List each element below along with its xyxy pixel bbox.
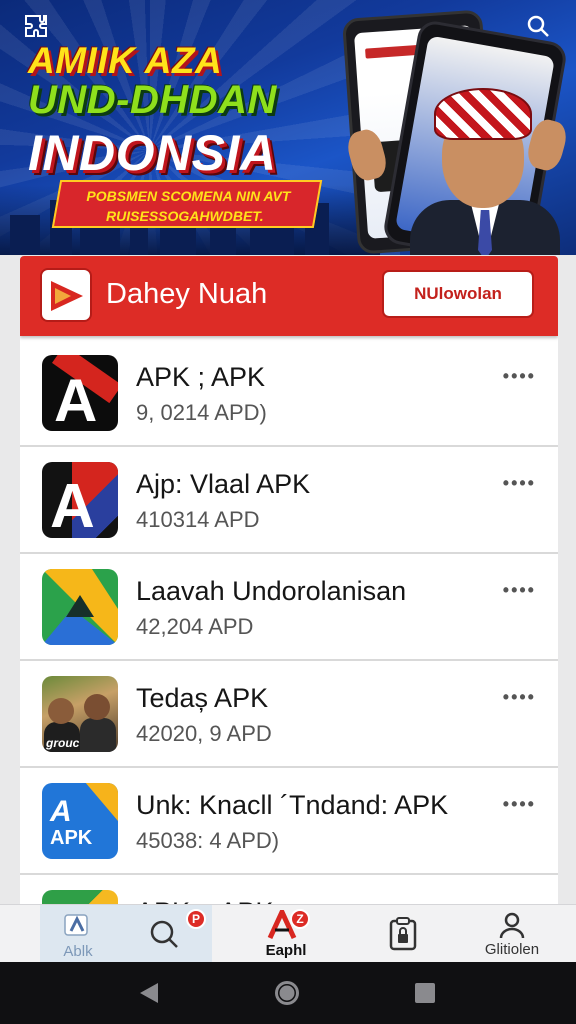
- more-options-icon[interactable]: ••••: [503, 794, 536, 815]
- nav-apk-label: Eaphl: [265, 941, 307, 959]
- screen: AMIIK AZA UND-DHDAN INDONSIA POBSMEN SCO…: [0, 0, 576, 1024]
- list-item[interactable]: Laavah Undorolanisan 42,204 APD ••••: [20, 554, 558, 661]
- app-size: 45038: 4 APD): [136, 828, 280, 853]
- app-name: Laavah Undorolanisan: [136, 576, 407, 606]
- more-options-icon[interactable]: ••••: [503, 473, 536, 494]
- nav-home[interactable]: Ablk: [40, 905, 116, 963]
- back-icon[interactable]: [134, 978, 164, 1008]
- list-item[interactable]: grouc Tedaș APK 42020, 9 APD ••••: [20, 661, 558, 768]
- notification-badge: Z: [290, 909, 310, 929]
- search-icon: [150, 920, 178, 948]
- bottom-navigation: Ablk P Z Eaphl Glitiolen: [0, 904, 576, 963]
- app-logo-icon: [40, 268, 92, 322]
- app-size: 42,204 APD: [136, 614, 254, 639]
- apk-app-icon: A: [42, 355, 118, 431]
- nav-clipboard[interactable]: [370, 905, 436, 963]
- header-action-label: NUlowolan: [414, 284, 502, 303]
- more-options-icon[interactable]: ••••: [503, 687, 536, 708]
- banner-ribbon: POBSMEN SCOMENA NIN AVT RUISESSOGAHWDBET…: [51, 180, 323, 228]
- card-header: Dahey Nuah NUlowolan: [20, 256, 558, 336]
- nav-home-label: Ablk: [63, 942, 93, 960]
- nav-apk[interactable]: Z Eaphl: [244, 905, 328, 963]
- photo-app-icon: grouc: [42, 676, 118, 752]
- banner-headline-3: INDONSIA: [28, 125, 277, 181]
- list-item[interactable]: A Ajp: Vlaal APK 410314 APD ••••: [20, 447, 558, 554]
- banner-headline-1: AMIIK AZA: [28, 40, 223, 81]
- ribbon-line-2: RUISESSOGAHWDBET.: [106, 208, 264, 224]
- drive-app-icon: [42, 569, 118, 645]
- app-list: A APK ; APK 9, 0214 APD) •••• A Ajp: Vla…: [20, 340, 558, 916]
- header-action-button[interactable]: NUlowolan: [382, 270, 534, 318]
- nav-profile-label: Glitiolen: [484, 940, 540, 958]
- clipboard-lock-icon: [389, 917, 417, 951]
- header-title: Dahey Nuah: [106, 278, 268, 310]
- puzzle-icon[interactable]: [22, 12, 50, 40]
- more-options-icon[interactable]: ••••: [503, 580, 536, 601]
- home-button-icon[interactable]: [272, 978, 302, 1008]
- app-list-card: Dahey Nuah NUlowolan A APK ; APK 9, 0214…: [20, 256, 558, 916]
- system-navigation-bar: [0, 962, 576, 1024]
- nav-search[interactable]: P: [116, 905, 212, 963]
- more-options-icon[interactable]: ••••: [503, 366, 536, 387]
- apk-blue-app-icon: A APK: [42, 783, 118, 859]
- app-size: 42020, 9 APD: [136, 721, 272, 746]
- list-item[interactable]: A APK ; APK 9, 0214 APD) ••••: [20, 340, 558, 447]
- search-icon[interactable]: [524, 12, 552, 40]
- nav-profile[interactable]: Glitiolen: [470, 905, 554, 963]
- app-size: 9, 0214 APD): [136, 400, 267, 425]
- list-item[interactable]: A APK Unk: Knacll ´Tndand: APK 45038: 4 A…: [20, 768, 558, 875]
- notification-badge: P: [186, 909, 206, 929]
- app-name: Ajp: Vlaal APK: [136, 469, 311, 499]
- ribbon-line-1: POBSMEN SCOMENA NIN AVT: [86, 188, 291, 204]
- person-illustration: [344, 70, 570, 255]
- profile-icon: [499, 912, 525, 938]
- app-size: 410314 APD: [136, 507, 260, 532]
- app-name: Tedaș APK: [136, 683, 269, 713]
- app-name: Unk: Knacll ´Tndand: APK: [136, 790, 449, 820]
- apk-app-icon: A: [42, 462, 118, 538]
- app-name: APK ; APK: [136, 362, 266, 392]
- banner-headline-2: UND-DHDAN: [28, 78, 277, 122]
- promo-banner[interactable]: AMIIK AZA UND-DHDAN INDONSIA POBSMEN SCO…: [0, 0, 576, 255]
- recents-icon[interactable]: [410, 978, 440, 1008]
- home-icon: [64, 913, 88, 936]
